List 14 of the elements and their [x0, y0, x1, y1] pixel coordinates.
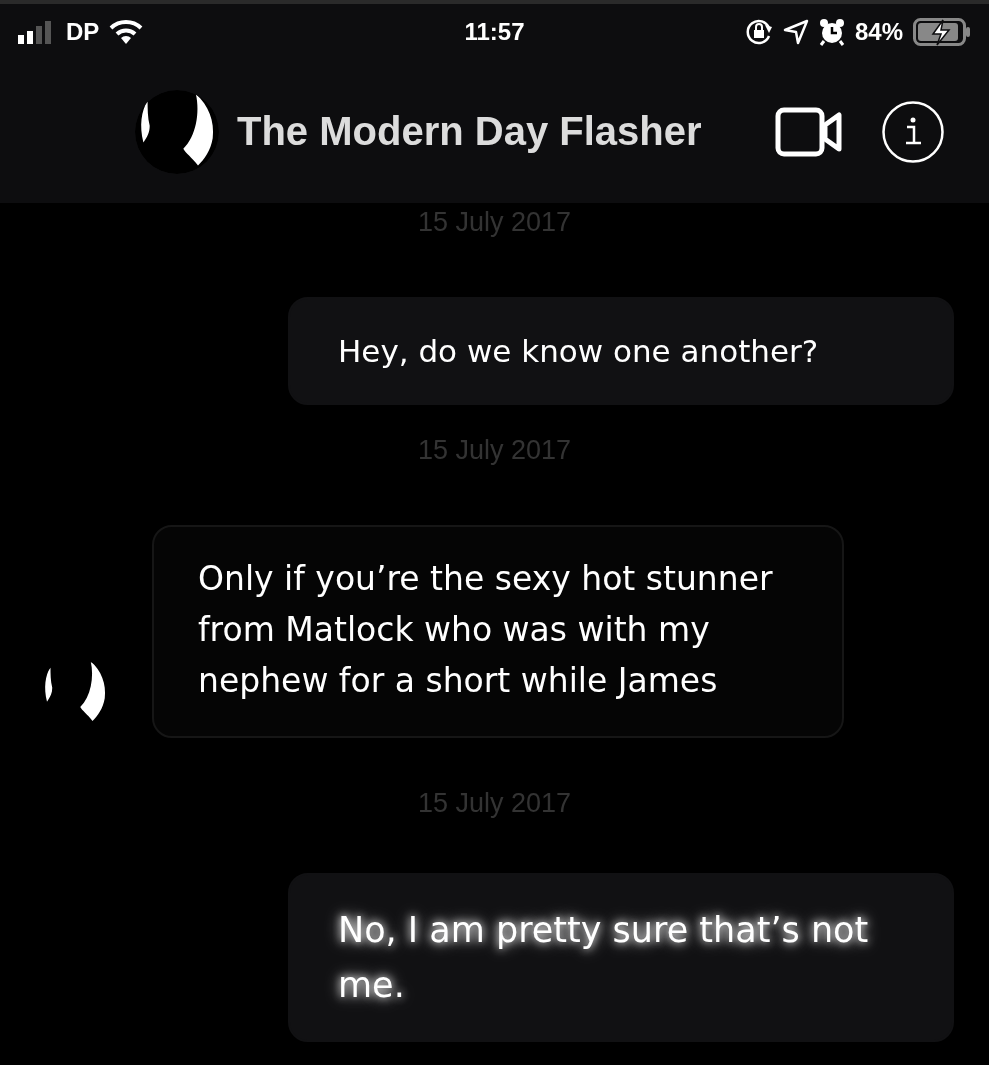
clock-time: 11:57 [464, 18, 525, 46]
video-camera-icon[interactable] [775, 106, 843, 157]
info-icon[interactable] [881, 99, 945, 164]
alarm-clock-icon [818, 18, 845, 46]
contact-name: The Modern Day Flasher [237, 109, 703, 154]
sent-message: Hey, do we know one another? [288, 297, 954, 406]
carrier-name: DP [66, 18, 100, 46]
battery-percentage: 84% [854, 18, 903, 46]
contact-avatar[interactable] [135, 89, 219, 174]
received-message: Only if you’re the sexy hot stunner from Matlock who was with my nephew for a short while James [152, 525, 844, 739]
sent-message: No, I am pretty sure that’s not me. [288, 873, 954, 1042]
wifi-icon [109, 19, 144, 45]
location-arrow-icon [782, 19, 809, 45]
rotation-lock-icon [744, 18, 773, 46]
